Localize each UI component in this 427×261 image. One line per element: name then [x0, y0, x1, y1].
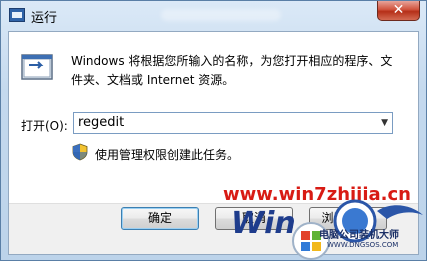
run-dialog-window: 运行 ✕ Windows 将根据您所输入的名称，为您打开相应的程序、文件夹、文档…	[0, 0, 427, 261]
brand-name: 电脑公司装机大师	[319, 230, 399, 241]
title-bar[interactable]: 运行 ✕	[1, 1, 426, 31]
run-program-icon	[21, 54, 53, 80]
window-title: 运行	[31, 11, 58, 26]
ok-button[interactable]: 确定	[121, 207, 199, 230]
title-bar-ghost	[161, 9, 281, 21]
dialog-description: Windows 将根据您所输入的名称，为您打开相应的程序、文件夹、文档或 Int…	[71, 54, 393, 87]
open-input-value[interactable]: regedit	[78, 115, 124, 130]
open-label: 打开(O):	[21, 119, 68, 133]
dropdown-arrow-icon[interactable]: ▼	[381, 113, 388, 133]
uac-shield-icon	[72, 143, 88, 161]
admin-privilege-note: 使用管理权限创建此任务。	[95, 148, 240, 162]
svg-text:Win: Win	[231, 206, 296, 241]
close-button[interactable]: ✕	[377, 1, 420, 21]
brand-url: WWW.DNGSOS.COM	[327, 241, 399, 249]
open-combobox[interactable]: regedit ▼	[73, 112, 393, 134]
run-app-icon	[9, 8, 25, 22]
